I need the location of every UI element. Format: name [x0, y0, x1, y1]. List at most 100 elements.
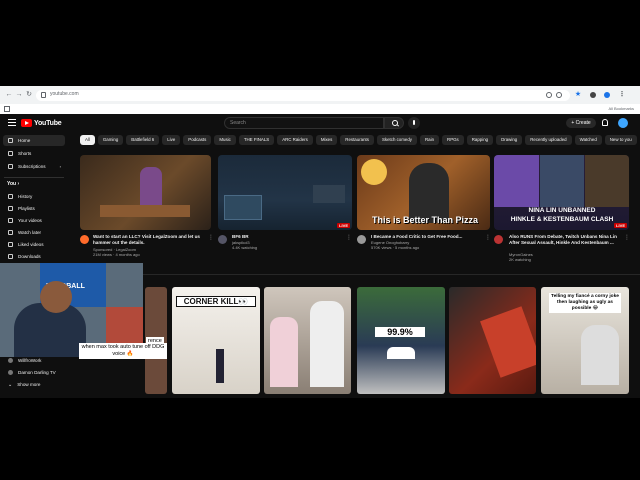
short-thumbnail[interactable]: [264, 287, 351, 394]
short-thumbnail[interactable]: CORNER KILL👀: [172, 287, 260, 394]
video-title[interactable]: Also RUNS From Debate, Twitch Unbans Nin…: [509, 234, 621, 245]
chip-rapping[interactable]: Rapping: [466, 135, 494, 145]
channel-avatar[interactable]: [357, 235, 366, 244]
zoom-icon[interactable]: [556, 92, 562, 98]
short-thumbnail[interactable]: [449, 287, 536, 394]
streamer-face: [40, 281, 72, 313]
create-button[interactable]: + Create: [566, 118, 596, 128]
chip-rpgs[interactable]: RPGs: [442, 135, 464, 145]
sidebar-item-watch-later[interactable]: Watch later: [3, 227, 65, 238]
chip-drawing[interactable]: Drawing: [496, 135, 523, 145]
thumbnail-caption: HINKLE & KESTENBAUM CLASH: [510, 216, 614, 223]
youtube-logo[interactable]: YouTube: [21, 118, 62, 128]
chip-battlefield-6[interactable]: Battlefield 6: [126, 135, 160, 145]
short-thumbnail[interactable]: Telling my fiancé a corny joke then laug…: [541, 287, 629, 394]
sidebar-item-your-videos[interactable]: Your videos: [3, 215, 65, 226]
playlists-icon: [8, 206, 13, 211]
extension-icon[interactable]: [590, 92, 596, 98]
chip-arc-raiders[interactable]: ARC Raiders: [277, 135, 313, 145]
chip-podcasts[interactable]: Podcasts: [183, 135, 212, 145]
downloads-icon: [8, 254, 13, 259]
youtube-play-icon: [21, 119, 32, 127]
thumbnail-caption: NINA LIN UNBANNED: [528, 207, 596, 214]
chip-music[interactable]: Music: [214, 135, 236, 145]
sidebar-item-home[interactable]: Home: [3, 135, 65, 146]
more-options-icon[interactable]: ⋮: [208, 234, 214, 241]
url-text: youtube.com: [50, 91, 79, 97]
video-thumbnail[interactable]: LIVE: [218, 155, 352, 230]
apps-icon[interactable]: [4, 106, 10, 112]
your-videos-icon: [8, 218, 13, 223]
divider: [72, 274, 640, 275]
reload-icon[interactable]: ↻: [25, 91, 33, 99]
sidebar-item-history[interactable]: History: [3, 191, 65, 202]
divider: [4, 177, 64, 178]
chip-rain[interactable]: Rain: [420, 135, 440, 145]
chip-sketch-comedy[interactable]: Sketch comedy: [376, 135, 417, 145]
translate-icon[interactable]: [546, 92, 552, 98]
more-options-icon[interactable]: ⋮: [485, 234, 491, 241]
channel-avatar[interactable]: [80, 235, 89, 244]
video-meta: MyronGaines 2K watching: [509, 252, 533, 262]
menu-dots-icon[interactable]: ⋮: [618, 91, 626, 99]
forward-icon[interactable]: →: [15, 91, 23, 99]
sidebar-item-downloads[interactable]: Downloads: [3, 251, 65, 262]
filter-chips: All Gaming Battlefield 6 Live Podcasts Music T…: [80, 135, 637, 145]
chip-gaming[interactable]: Gaming: [97, 135, 124, 145]
video-thumbnail[interactable]: This is Better Than Pizza: [357, 155, 490, 230]
history-icon: [8, 194, 13, 199]
sidebar-item-playlists[interactable]: Playlists: [3, 203, 65, 214]
you-section-title[interactable]: You ›: [7, 181, 19, 187]
sidebar-item-liked-videos[interactable]: Liked videos: [3, 239, 65, 250]
channel-avatar: [8, 358, 13, 363]
chip-live[interactable]: Live: [162, 135, 181, 145]
bookmark-star-icon[interactable]: ★: [574, 91, 582, 99]
search-input[interactable]: Search: [224, 117, 384, 129]
video-thumbnail[interactable]: NINA LIN UNBANNED HINKLE & KESTENBAUM CL…: [494, 155, 629, 230]
chip-watched[interactable]: Watched: [574, 135, 602, 145]
more-options-icon[interactable]: ⋮: [624, 234, 630, 241]
watch-later-icon: [8, 230, 13, 235]
sidebar-sub-damon-darling-tv[interactable]: Damon Darling TV: [3, 367, 65, 378]
all-bookmarks[interactable]: All Bookmarks: [608, 106, 634, 111]
search-icon[interactable]: [384, 117, 404, 129]
video-title[interactable]: BF6 BR: [232, 234, 352, 240]
overlay-caption: when max took auto tune off DDG voice 🔥: [79, 343, 167, 359]
account-avatar[interactable]: [618, 118, 628, 128]
channel-avatar[interactable]: [494, 235, 503, 244]
chip-all[interactable]: All: [80, 135, 95, 145]
chip-the-finals[interactable]: THE FINALS: [238, 135, 275, 145]
channel-avatar[interactable]: [218, 235, 227, 244]
video-meta: Eugene Onoghobarry 570K views · 5 months…: [371, 240, 420, 250]
sidebar-item-shorts[interactable]: Shorts: [3, 148, 65, 159]
masthead: YouTube Search + Create: [0, 114, 640, 132]
chevron-down-icon: ⌄: [8, 381, 13, 388]
video-meta: Sponsored · LegalZoom 21M views · 4 mont…: [93, 247, 140, 257]
shorts-icon: [8, 151, 13, 156]
subscriptions-icon: [8, 164, 13, 169]
more-options-icon[interactable]: ⋮: [346, 234, 352, 241]
video-meta: jakspikol3 4.4K watching: [232, 240, 258, 250]
microphone-icon[interactable]: [408, 117, 420, 129]
home-icon: [8, 138, 13, 143]
liked-videos-icon: [8, 242, 13, 247]
bookmarks-bar: All Bookmarks: [0, 104, 640, 114]
back-icon[interactable]: ←: [5, 91, 13, 99]
chip-mixes[interactable]: Mixes: [315, 135, 338, 145]
sidebar-show-more[interactable]: ⌄ Show more: [3, 379, 65, 390]
profile-icon[interactable]: [604, 92, 610, 98]
video-title[interactable]: Want to start an LLC? Visit LegalZoom an…: [93, 234, 208, 245]
hamburger-menu-icon[interactable]: [8, 119, 16, 126]
notifications-bell-icon[interactable]: [602, 119, 608, 126]
channel-avatar: [8, 370, 13, 375]
video-thumbnail[interactable]: [80, 155, 211, 230]
address-bar[interactable]: youtube.com: [36, 90, 570, 101]
chip-new-to-you[interactable]: New to you: [604, 135, 637, 145]
live-badge: LIVE: [614, 223, 627, 228]
video-title[interactable]: I Became a Food Critic to Get Free Food.…: [371, 234, 491, 240]
chip-restaurants[interactable]: Restaurants: [340, 135, 374, 145]
short-thumbnail[interactable]: 99.9%: [357, 287, 445, 394]
thumbnail-caption: This is Better Than Pizza: [371, 215, 479, 225]
chip-recently-uploaded[interactable]: Recently uploaded: [525, 135, 572, 145]
sidebar-item-subscriptions[interactable]: Subscriptions ›: [3, 161, 65, 172]
